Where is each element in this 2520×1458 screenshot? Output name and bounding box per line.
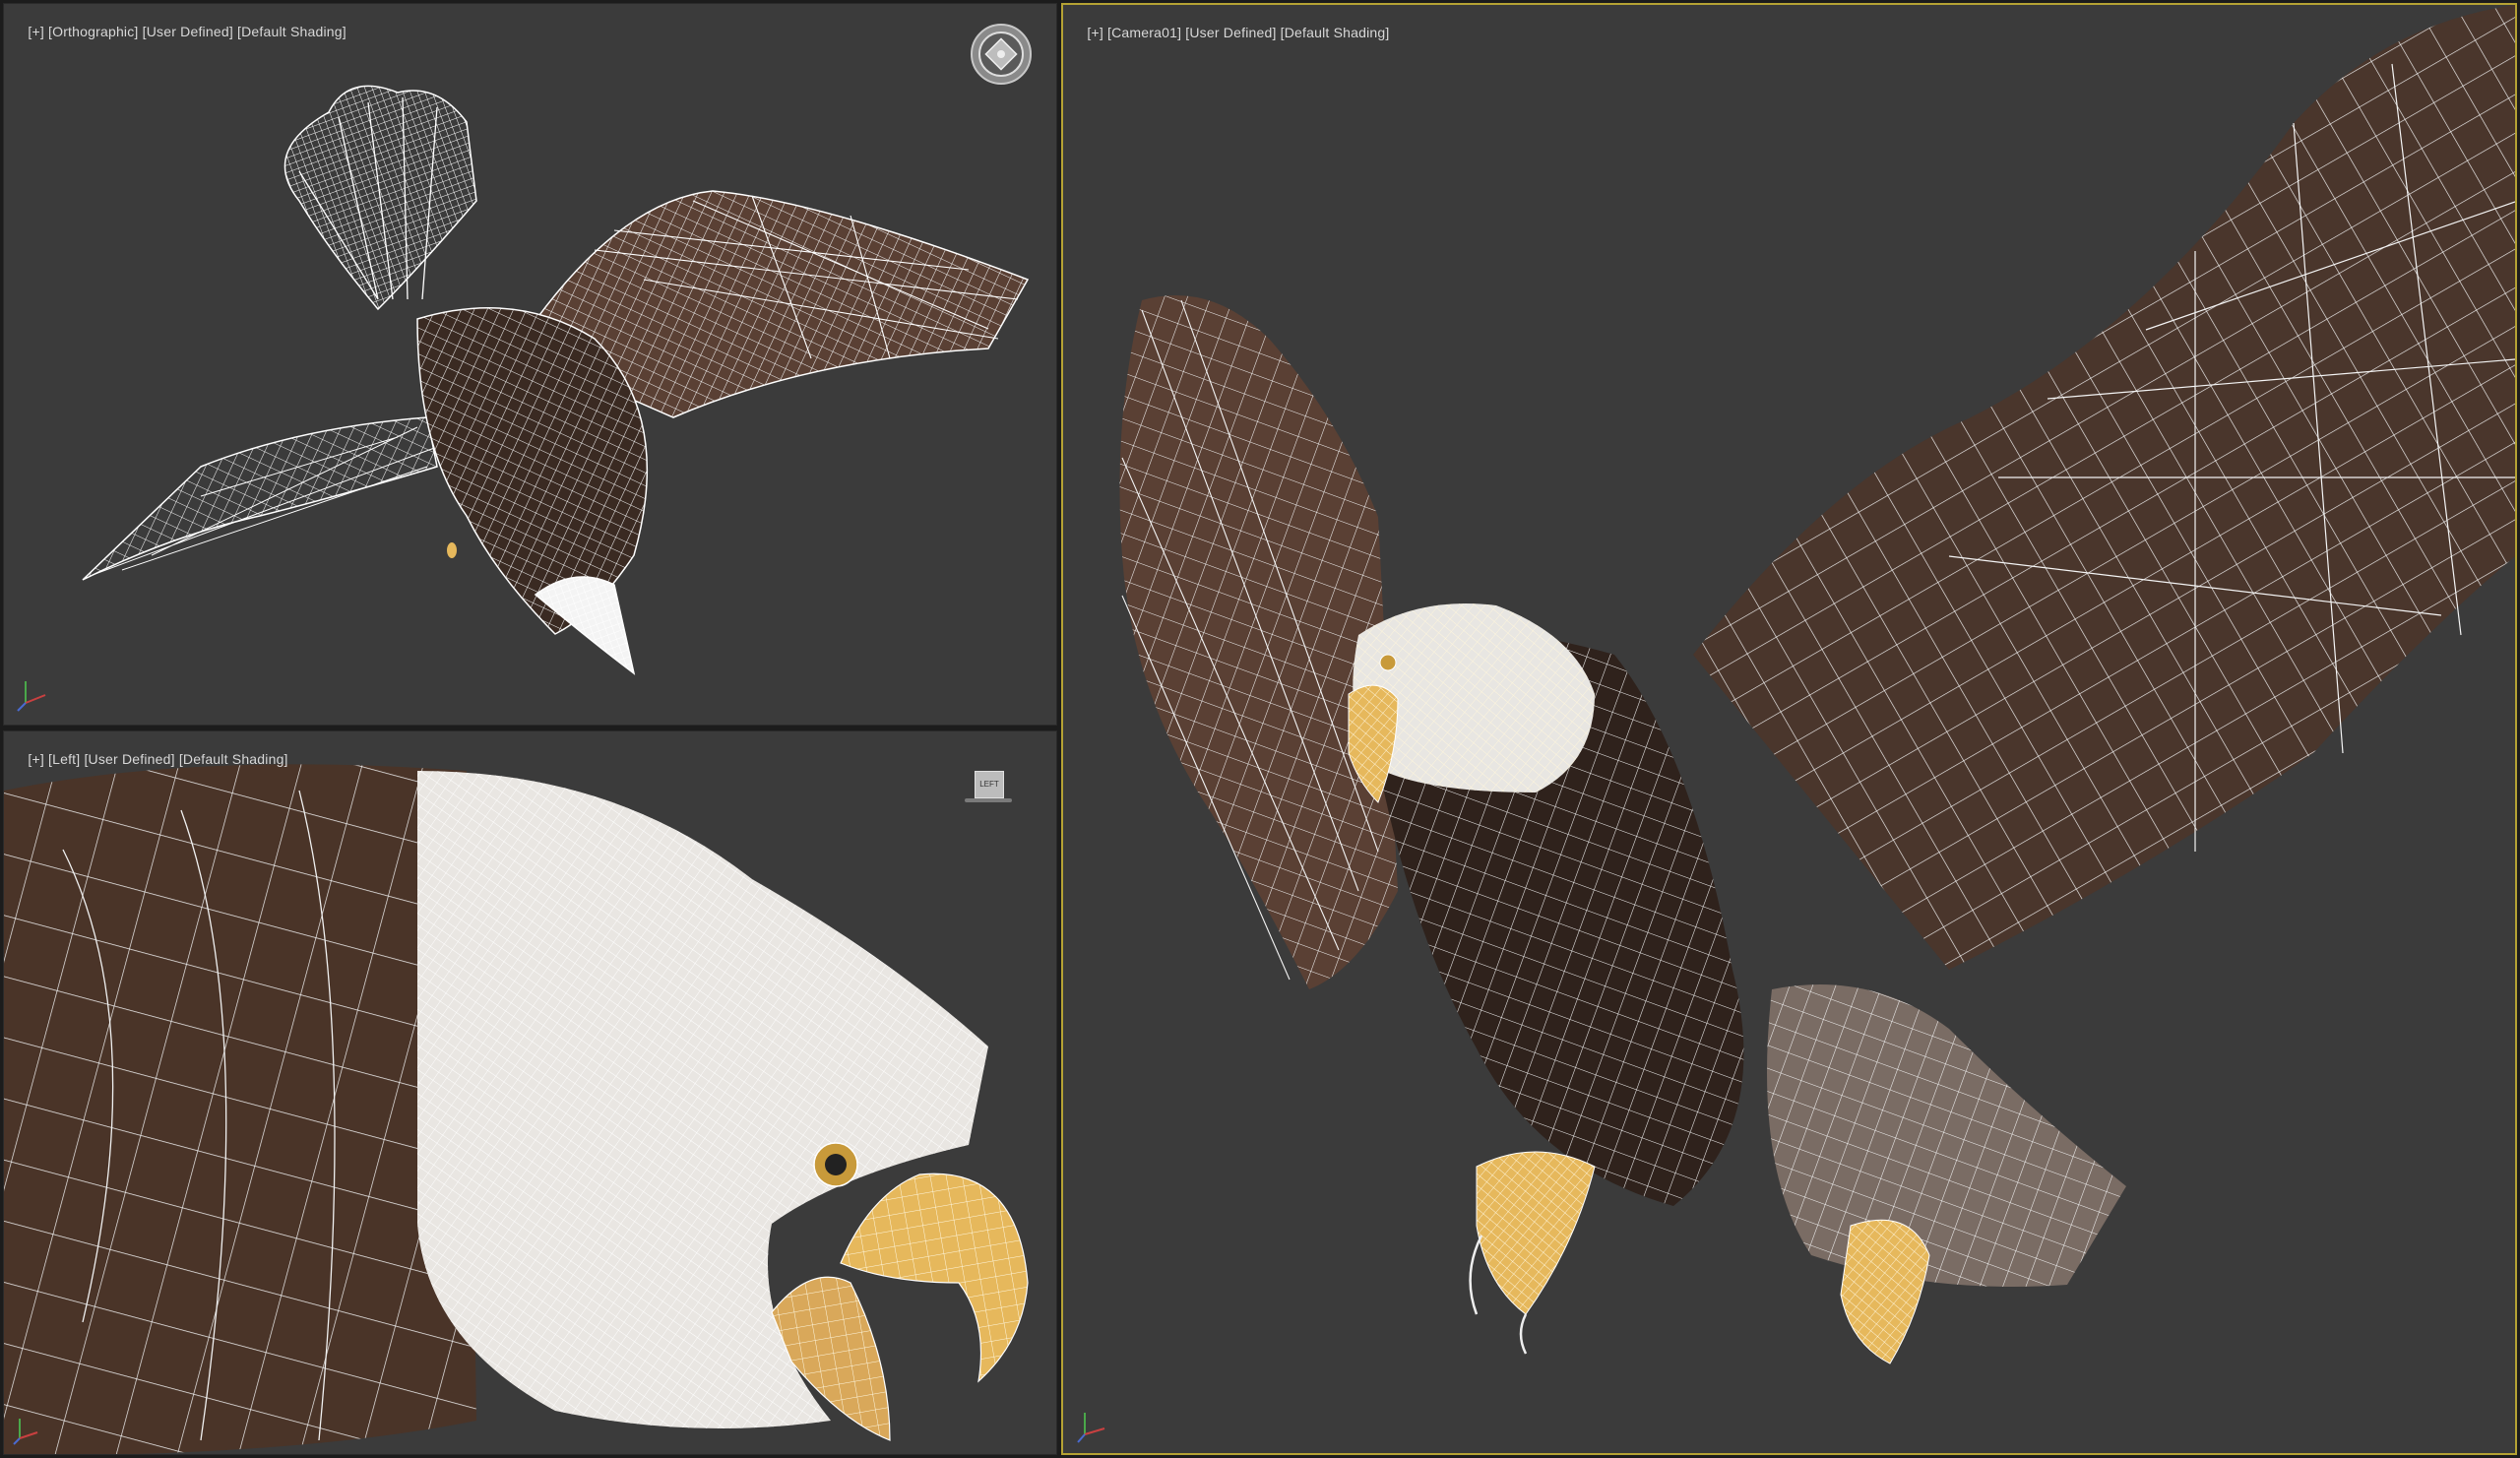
view-type-button[interactable]: [Camera01]	[1107, 25, 1181, 40]
steering-wheel-icon[interactable]	[969, 22, 1034, 87]
shading-mode-button[interactable]: [Default Shading]	[179, 751, 288, 767]
viewcube-icon[interactable]: LEFT	[965, 767, 1012, 806]
viewport-camera01[interactable]: [+] [Camera01] [User Defined] [Default S…	[1061, 3, 2517, 1455]
shading-mode-button[interactable]: [Default Shading]	[1281, 25, 1390, 40]
eagle-top-view	[82, 85, 1030, 675]
axis-tripod-icon	[13, 1419, 38, 1445]
viewcube-face[interactable]: LEFT	[975, 771, 1004, 798]
viewcube-ring	[965, 798, 1012, 802]
viewport-left[interactable]: [+] [Left] [User Defined] [Default Shadi…	[3, 730, 1057, 1455]
eye	[813, 1142, 858, 1187]
shading-mode-button[interactable]: [Default Shading]	[237, 24, 346, 39]
view-type-button[interactable]: [Left]	[48, 751, 80, 767]
viewport-orthographic[interactable]: [+] [Orthographic] [User Defined] [Defau…	[3, 3, 1057, 726]
eagle-head-closeup	[4, 764, 1029, 1454]
right-talon	[1840, 1219, 1930, 1364]
axis-tripod-icon	[17, 681, 46, 712]
axis-tripod-icon	[1077, 1413, 1105, 1443]
right-wing	[1693, 5, 2515, 970]
tail-feathers	[284, 85, 477, 311]
left-wing	[1119, 295, 1398, 989]
neck-feathers	[4, 764, 476, 1454]
camera-mode-button[interactable]: [User Defined]	[1185, 25, 1276, 40]
left-talon	[1469, 1151, 1596, 1355]
camera-mode-button[interactable]: [User Defined]	[84, 751, 174, 767]
viewport-menu-button[interactable]: [+]	[1087, 25, 1103, 40]
camera-mode-button[interactable]: [User Defined]	[143, 24, 233, 39]
viewport-menu-button[interactable]: [+]	[28, 24, 44, 39]
viewport-label: [+] [Orthographic] [User Defined] [Defau…	[12, 8, 346, 55]
view-type-button[interactable]: [Orthographic]	[48, 24, 139, 39]
left-wing	[82, 416, 438, 581]
tail-feathers	[1767, 984, 2126, 1287]
eagle-camera-view	[1119, 5, 2515, 1364]
viewport-label: [+] [Left] [User Defined] [Default Shadi…	[12, 735, 288, 783]
viewport-label: [+] [Camera01] [User Defined] [Default S…	[1071, 9, 1389, 56]
white-head	[417, 771, 988, 1428]
viewport-menu-button[interactable]: [+]	[28, 751, 44, 767]
